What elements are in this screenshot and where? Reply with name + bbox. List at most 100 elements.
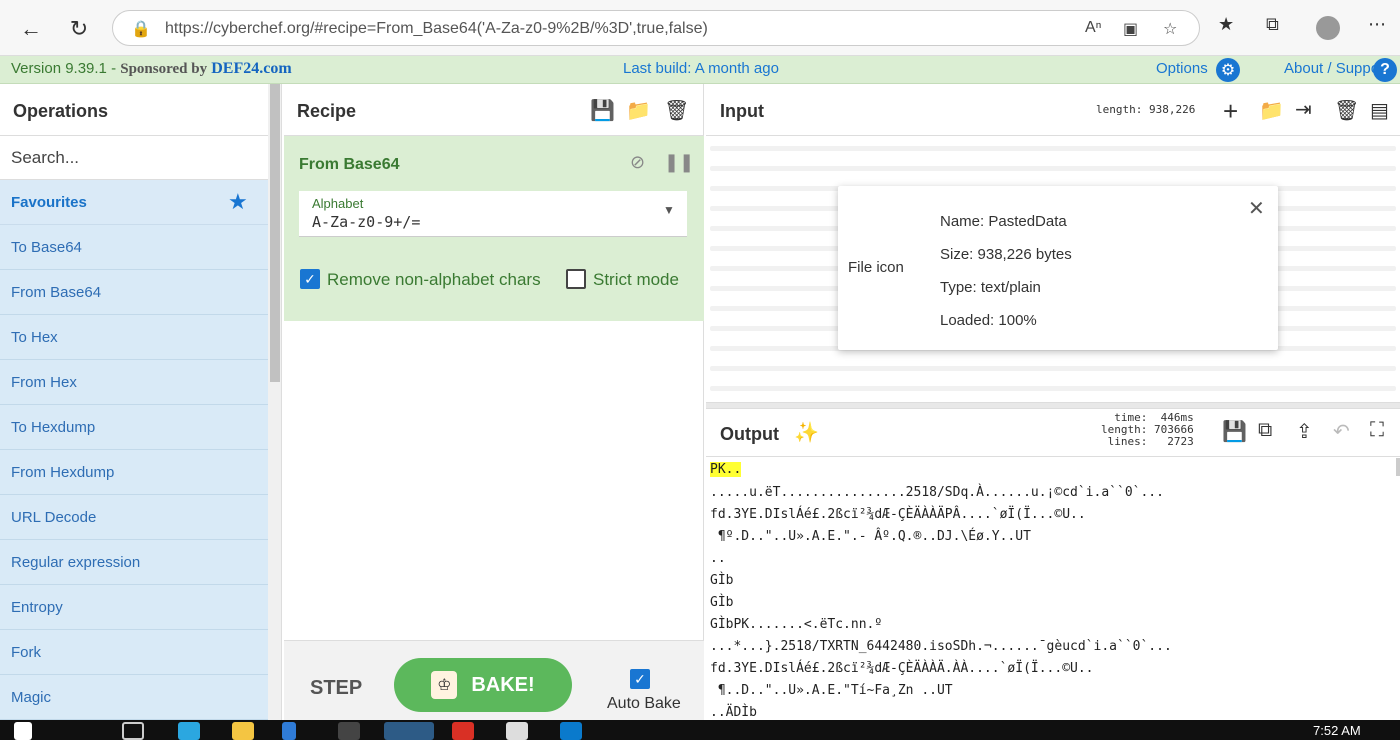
remove-nonalpha-label: Remove non-alphabet chars (327, 270, 541, 289)
output-scrollbar[interactable] (1396, 458, 1400, 476)
clear-recipe-trash-icon[interactable]: 🗑 (664, 98, 689, 123)
close-icon[interactable]: ✕ (1248, 196, 1265, 221)
disable-op-icon[interactable]: ⊘ (630, 152, 645, 173)
input-header: Input length: 938,226 + 📁 ⇥ 🗑 ▤ (706, 84, 1400, 136)
operation-item[interactable]: Regular expression (0, 540, 268, 585)
alphabet-select[interactable]: Alphabet A-Za-z0-9+/= ▼ (299, 191, 687, 237)
operation-item[interactable]: Fork (0, 630, 268, 675)
more-menu-icon[interactable]: ⋯ (1368, 14, 1386, 35)
chef-icon: ♔ (431, 671, 458, 699)
operation-item[interactable]: To Base64 (0, 225, 268, 270)
browser-toolbar: ← ↻ 🔒 https://cyberchef.org/#recipe=From… (0, 0, 1400, 56)
operation-item[interactable]: From Base64 (0, 270, 268, 315)
edge-icon[interactable] (384, 722, 434, 740)
app-available-icon[interactable]: ▣ (1123, 19, 1138, 39)
edge-legacy-icon[interactable] (178, 722, 200, 740)
windows-start-icon[interactable] (14, 722, 32, 740)
output-textarea[interactable]: PK.. .....u.ëT................2518/SDq.À… (706, 458, 1400, 720)
output-line: .....u.ëT................2518/SDq.À.....… (710, 485, 1164, 500)
maximize-icon[interactable]: ⛶ (1370, 419, 1384, 442)
operations-panel: Operations Favourites ★ To Base64 From B… (0, 84, 282, 720)
file-name: Name: PastedData (940, 213, 1067, 230)
output-line: GÌb (710, 573, 734, 588)
replace-input-icon[interactable]: ⇪ (1296, 419, 1313, 444)
sponsor-link[interactable]: DEF24.com (211, 60, 291, 77)
app-icon[interactable] (282, 722, 296, 740)
file-type: Type: text/plain (940, 279, 1041, 296)
operation-item[interactable]: To Hexdump (0, 405, 268, 450)
alphabet-value: A-Za-z0-9+/= (312, 213, 421, 231)
windows-taskbar: 7:52 AM (0, 720, 1400, 740)
recipe-panel: Recipe 💾 📁 🗑 From Base64 ⊘ ❚❚ Alphabet A… (284, 84, 704, 720)
file-size: Size: 938,226 bytes (940, 246, 1072, 263)
favourites-label: Favourites (11, 194, 87, 211)
save-recipe-icon[interactable]: 💾 (590, 98, 615, 123)
notepad-icon[interactable] (506, 722, 528, 740)
chevron-down-icon[interactable]: ▼ (663, 203, 675, 217)
gear-icon[interactable]: ⚙ (1216, 58, 1240, 82)
operation-item[interactable]: From Hex (0, 360, 268, 405)
load-recipe-folder-icon[interactable]: 📁 (626, 98, 651, 123)
add-tab-icon[interactable]: + (1223, 96, 1238, 127)
output-line: PK.. (710, 462, 742, 477)
operations-search-input[interactable] (0, 136, 268, 180)
url-text: https://cyberchef.org/#recipe=From_Base6… (165, 20, 708, 37)
auto-bake-checkbox[interactable]: ✓ (630, 669, 650, 689)
highlighted-pk-header: PK.. (710, 462, 742, 477)
vscode-icon[interactable] (560, 722, 582, 740)
recipe-controls: STEP ♔ BAKE! ✓ Auto Bake (284, 640, 704, 720)
sponsored-label: Sponsored by (120, 61, 208, 77)
task-view-icon[interactable] (122, 722, 144, 740)
back-arrow-icon[interactable]: ← (16, 14, 46, 44)
operations-scroll-thumb[interactable] (270, 84, 280, 382)
operation-item[interactable]: Magic (0, 675, 268, 720)
remove-nonalpha-checkbox[interactable]: ✓ (300, 269, 320, 289)
favourites-category[interactable]: Favourites ★ (0, 180, 268, 225)
help-icon[interactable]: ? (1373, 58, 1397, 82)
version-label: Version 9.39.1 - (11, 60, 121, 77)
input-length: length: 938,226 (1096, 103, 1196, 116)
open-folder-icon[interactable]: 📁 (1259, 98, 1284, 123)
magic-wand-icon[interactable]: ✨ (794, 420, 819, 445)
options-link[interactable]: Options (1156, 60, 1208, 77)
reload-icon[interactable]: ↻ (64, 14, 94, 44)
operation-item[interactable]: Entropy (0, 585, 268, 630)
output-header: Output ✨ time: 446ms length: 703666 line… (706, 409, 1400, 457)
recipe-operation-from-base64: From Base64 ⊘ ❚❚ Alphabet A-Za-z0-9+/= ▼ (284, 136, 704, 321)
address-bar[interactable]: 🔒 https://cyberchef.org/#recipe=From_Bas… (112, 10, 1200, 46)
output-line: ¶..D.."..U».A.E."Tí~Fa¸Zn ..UT (710, 683, 953, 698)
profile-avatar[interactable] (1316, 16, 1340, 40)
operation-item[interactable]: To Hex (0, 315, 268, 360)
strict-mode-checkbox[interactable] (566, 269, 586, 289)
read-aloud-icon[interactable]: Aⁿ (1085, 19, 1102, 37)
chrome-icon[interactable] (452, 722, 474, 740)
bake-button[interactable]: ♔ BAKE! (394, 658, 572, 712)
star-icon[interactable]: ★ (228, 189, 248, 215)
file-explorer-icon[interactable] (232, 722, 254, 740)
operation-item[interactable]: From Hexdump (0, 450, 268, 495)
pause-icon[interactable]: ❚❚ (664, 152, 694, 173)
cyberchef-banner: Version 9.39.1 - Sponsored by DEF24.com … (0, 56, 1400, 84)
taskbar-clock[interactable]: 7:52 AM (1313, 723, 1361, 738)
operation-item[interactable]: URL Decode (0, 495, 268, 540)
file-details-card: File icon Name: PastedData Size: 938,226… (838, 186, 1278, 350)
output-line: .. (710, 551, 726, 566)
favorites-icon[interactable]: ★ (1218, 14, 1234, 35)
layout-icon[interactable]: ▤ (1370, 98, 1389, 123)
add-favorite-icon[interactable]: ☆ (1163, 19, 1177, 39)
undo-icon[interactable]: ↶ (1333, 419, 1350, 444)
version-text: Version 9.39.1 - Sponsored by DEF24.com (11, 60, 292, 78)
file-loaded: Loaded: 100% (940, 312, 1037, 329)
auto-bake-label: Auto Bake (607, 695, 681, 712)
open-file-icon[interactable]: ⇥ (1295, 97, 1312, 122)
collections-icon[interactable]: ⧉ (1266, 14, 1279, 35)
terminal-icon[interactable] (338, 722, 360, 740)
strict-mode-label: Strict mode (593, 270, 679, 289)
step-button[interactable]: STEP (310, 677, 362, 700)
copy-output-icon[interactable]: ⧉ (1258, 419, 1272, 442)
clear-input-trash-icon[interactable]: 🗑 (1334, 98, 1359, 123)
io-divider[interactable] (706, 402, 1400, 409)
output-line: ¶º.D.."..U».A.E.".- Âº.Q.®..DJ.\Éø.Y..UT (710, 529, 1031, 544)
save-output-icon[interactable]: 💾 (1222, 419, 1247, 444)
alphabet-label: Alphabet (312, 196, 364, 211)
